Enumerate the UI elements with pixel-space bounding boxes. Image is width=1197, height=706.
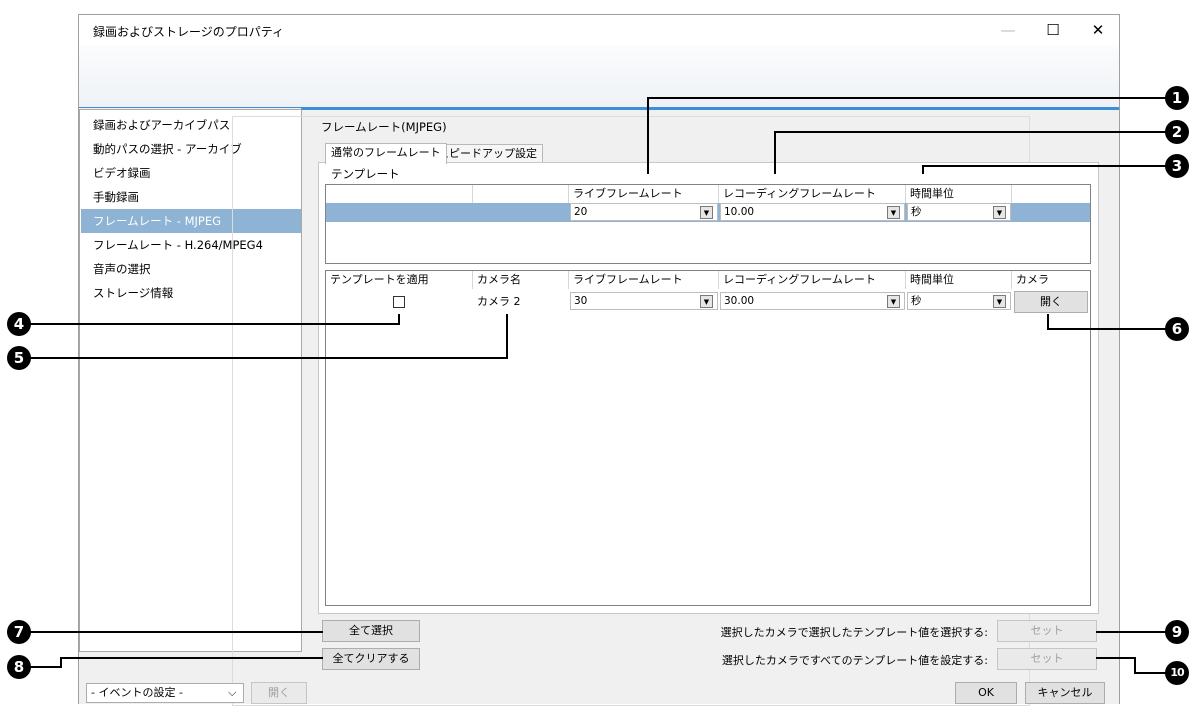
callout-4-line bbox=[30, 323, 400, 325]
chevron-down-icon[interactable]: ▼ bbox=[887, 295, 900, 308]
select-all-button[interactable]: 全て選択 bbox=[322, 620, 420, 642]
template-header-recording: レコーディングフレームレート bbox=[719, 185, 906, 203]
callout-10-line bbox=[1134, 672, 1168, 674]
camera-live-select[interactable]: 30 bbox=[570, 292, 718, 310]
set-all-template-label: 選択したカメラですべてのテンプレート値を設定する: bbox=[721, 654, 988, 667]
template-header-empty-2 bbox=[473, 185, 569, 203]
window-title: 録画およびストレージのプロパティ bbox=[93, 25, 285, 39]
camera-name: カメラ 2 bbox=[477, 295, 521, 308]
chevron-down-icon[interactable]: ⌵ bbox=[228, 683, 236, 703]
ok-button[interactable]: OK bbox=[955, 682, 1017, 704]
camera-grid: テンプレートを適用 カメラ名 ライブフレームレート レコーディングフレームレート… bbox=[325, 270, 1091, 606]
tab-speedup-settings[interactable]: スピードアップ設定 bbox=[432, 144, 543, 163]
chevron-down-icon[interactable]: ▼ bbox=[993, 206, 1006, 219]
camera-header-name: カメラ名 bbox=[473, 271, 569, 289]
callout-9-line bbox=[1096, 631, 1168, 633]
template-live-select[interactable]: 20 bbox=[570, 203, 718, 221]
event-open-button[interactable]: 開く bbox=[251, 682, 307, 704]
callout-7-line bbox=[30, 631, 323, 633]
template-header-live: ライブフレームレート bbox=[569, 185, 719, 203]
template-label: テンプレート bbox=[331, 167, 400, 181]
callout-3-line bbox=[922, 166, 924, 174]
template-header-empty-1 bbox=[326, 185, 473, 203]
callout-10-line bbox=[1096, 657, 1136, 659]
callout-8-line bbox=[30, 666, 62, 668]
camera-header-live: ライブフレームレート bbox=[569, 271, 719, 289]
camera-header-camera: カメラ bbox=[1016, 273, 1049, 286]
chevron-down-icon[interactable]: ▼ bbox=[993, 295, 1006, 308]
group-label: フレームレート(MJPEG) bbox=[318, 119, 450, 135]
callout-6-line bbox=[1047, 314, 1049, 329]
callout-8: 8 bbox=[7, 655, 31, 679]
camera-header-unit: 時間単位 bbox=[906, 271, 1012, 289]
title-bar: 録画およびストレージのプロパティ — ☐ ✕ bbox=[79, 15, 1119, 45]
camera-header-apply: テンプレートを適用 bbox=[326, 271, 473, 289]
callout-3-line bbox=[922, 165, 1167, 167]
chevron-down-icon[interactable]: ▼ bbox=[700, 206, 713, 219]
callout-1-line bbox=[647, 97, 1167, 99]
accent-line bbox=[301, 107, 1119, 110]
camera-header-recording: レコーディングフレームレート bbox=[719, 271, 906, 289]
maximize-button[interactable]: ☐ bbox=[1033, 19, 1073, 41]
set-all-template-button[interactable]: セット bbox=[997, 648, 1097, 670]
set-selected-template-label: 選択したカメラで選択したテンプレート値を選択する: bbox=[720, 626, 988, 639]
callout-5: 5 bbox=[7, 346, 31, 370]
callout-2-line bbox=[774, 132, 776, 174]
callout-4: 4 bbox=[7, 312, 31, 336]
camera-open-button[interactable]: 開く bbox=[1014, 291, 1088, 313]
set-selected-template-button[interactable]: セット bbox=[997, 620, 1097, 642]
callout-2-line bbox=[774, 131, 1167, 133]
callout-1: 1 bbox=[1165, 86, 1189, 110]
cancel-button[interactable]: キャンセル bbox=[1025, 682, 1105, 704]
callout-9: 9 bbox=[1165, 620, 1189, 644]
callout-2: 2 bbox=[1165, 120, 1189, 144]
callout-6: 6 bbox=[1165, 317, 1189, 341]
callout-7: 7 bbox=[7, 620, 31, 644]
template-recording-select[interactable]: 10.00 bbox=[720, 203, 905, 221]
tab-panel: テンプレート ライブフレームレート レコーディングフレームレート 時間単位 20… bbox=[318, 162, 1099, 614]
callout-1-line bbox=[647, 98, 649, 174]
minimize-button[interactable]: — bbox=[988, 19, 1028, 41]
clear-all-button[interactable]: 全てクリアする bbox=[322, 648, 420, 670]
template-header-unit: 時間単位 bbox=[906, 185, 1012, 203]
tab-normal-framerate[interactable]: 通常のフレームレート bbox=[325, 143, 447, 164]
template-grid: ライブフレームレート レコーディングフレームレート 時間単位 20 ▼ 10.0… bbox=[325, 184, 1091, 264]
chevron-down-icon[interactable]: ▼ bbox=[887, 206, 900, 219]
chevron-down-icon[interactable]: ▼ bbox=[700, 295, 713, 308]
callout-5-line bbox=[506, 314, 508, 358]
apply-template-checkbox[interactable] bbox=[393, 296, 405, 308]
event-settings-select[interactable]: - イベントの設定 - bbox=[86, 683, 244, 703]
callout-6-line bbox=[1047, 328, 1167, 330]
accent-line-left bbox=[79, 107, 301, 108]
callout-5-line bbox=[30, 357, 508, 359]
table-row[interactable]: カメラ 2 30 ▼ 30.00 ▼ 秒 ▼ 開く bbox=[326, 289, 1090, 317]
callout-10: 10 bbox=[1165, 661, 1189, 685]
callout-8-line bbox=[60, 657, 323, 659]
callout-3: 3 bbox=[1165, 154, 1189, 178]
close-button[interactable]: ✕ bbox=[1078, 19, 1118, 41]
camera-recording-select[interactable]: 30.00 bbox=[720, 292, 905, 310]
